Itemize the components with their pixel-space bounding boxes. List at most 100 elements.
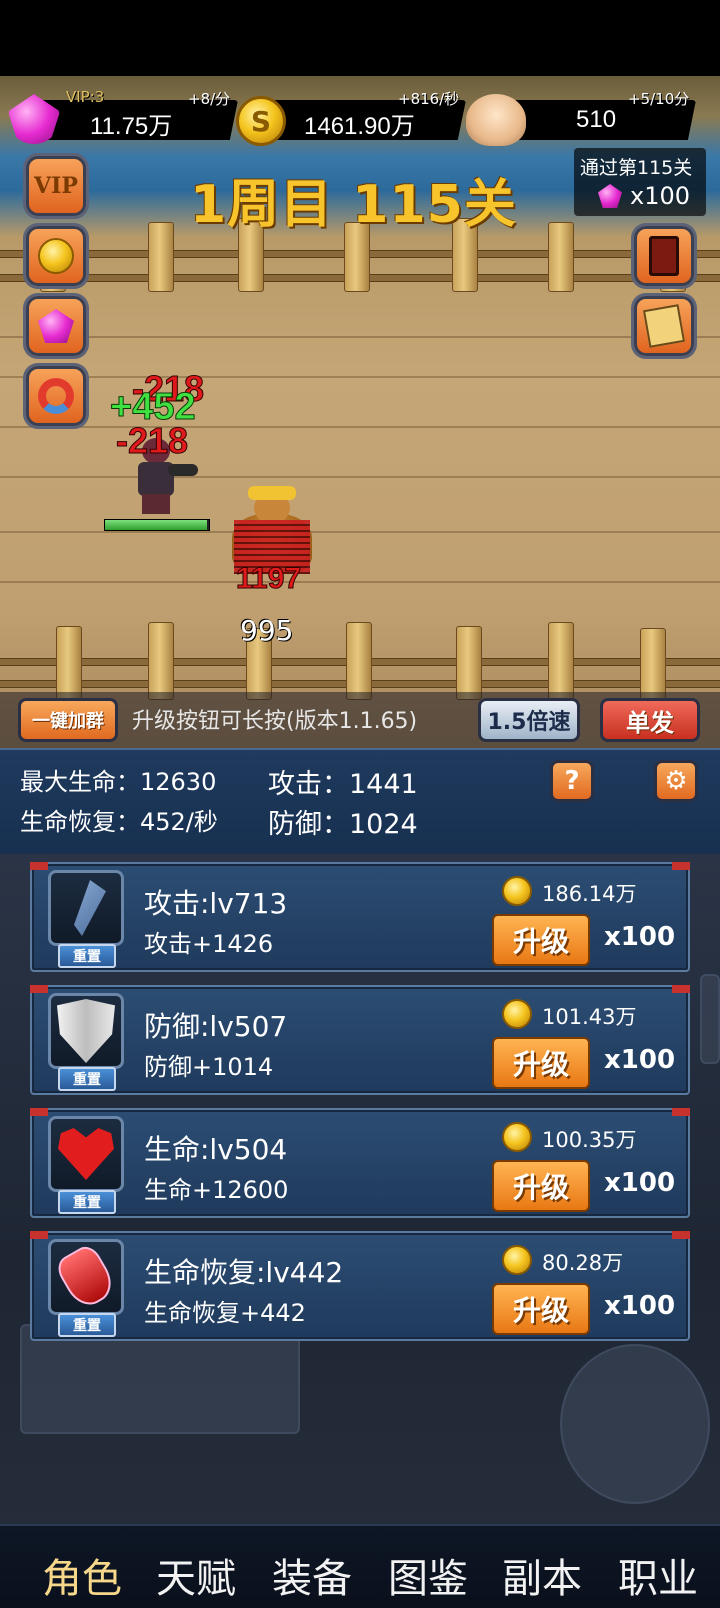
coin-count: 1461.90万 [304, 113, 415, 140]
nav-class[interactable]: 职业 [618, 1546, 698, 1604]
coin-icon: S [236, 96, 286, 146]
stat-value: 1441 [349, 769, 418, 800]
magnet-button[interactable] [26, 366, 86, 426]
stat-regen: 生命恢复：452/秒 [20, 802, 218, 837]
upgrade-bonus: 生命+12600 [144, 1176, 289, 1204]
upgrade-row-regen: 重置 生命恢复:lv442 生命恢复+442 80.28万 升级 x100 [30, 1231, 690, 1341]
upgrade-title: 攻击:lv713 [144, 887, 288, 920]
help-icon: ? [564, 766, 580, 796]
upgrade-button[interactable]: 升级 [492, 1283, 590, 1335]
bottom-nav: 角色 天赋 装备 图鉴 副本 职业 [0, 1524, 720, 1608]
heart-icon [58, 1128, 114, 1180]
stage-reward: 通过第115关 x100 [574, 148, 706, 216]
skull-icon [466, 94, 526, 146]
upgrade-button[interactable]: 升级 [492, 1160, 590, 1212]
player-hp-fill [105, 520, 207, 530]
upgrade-button[interactable]: 升级 [492, 1037, 590, 1089]
reset-button[interactable]: 重置 [58, 1313, 116, 1337]
magnet-icon [38, 378, 74, 414]
gem-rate: +8/分 [188, 90, 231, 108]
upgrade-multiplier[interactable]: x100 [604, 1291, 675, 1321]
skull-count: 510 [576, 106, 617, 133]
stage-title: 1周目 115关 [190, 175, 517, 235]
skull-resource: +5/10分 510 [464, 90, 696, 146]
upgrade-title: 生命恢复:lv442 [144, 1256, 344, 1289]
speed-button[interactable]: 1.5倍速 [478, 698, 580, 742]
front-fence [0, 622, 720, 700]
gem-count: 11.75万 [90, 113, 173, 140]
reward-text: 通过第115关 [580, 157, 693, 179]
defense-icon-frame [48, 993, 124, 1069]
upgrade-cost: 100.35万 [542, 1128, 637, 1152]
vip-level: VIP:3 [66, 88, 105, 106]
damage-number: -218 [115, 420, 189, 462]
coin-icon [502, 876, 532, 906]
upgrade-cost: 101.43万 [542, 1005, 637, 1029]
upgrade-row-attack: 重置 攻击:lv713 攻击+1426 186.14万 升级 x100 [30, 862, 690, 972]
stat-value: 12630 [140, 768, 217, 796]
status-bar [0, 0, 720, 76]
join-group-button[interactable]: 一键加群 [18, 698, 118, 742]
blade-icon [74, 880, 106, 936]
card-button[interactable] [634, 226, 694, 286]
hp-icon-frame [48, 1116, 124, 1192]
stat-max-hp: 最大生命：12630 [20, 762, 216, 797]
upgrade-bonus: 生命恢复+442 [144, 1299, 306, 1327]
stat-attack: 攻击：1441 [268, 762, 418, 801]
shield-icon [57, 999, 115, 1063]
upgrade-multiplier[interactable]: x100 [604, 1045, 675, 1075]
coin-icon [502, 1245, 532, 1275]
vip-label: VIP [34, 173, 78, 199]
coin-icon [502, 1122, 532, 1152]
collection-button[interactable] [634, 296, 694, 356]
stat-value: 1024 [349, 809, 418, 840]
boss-hp-value: 995 [240, 614, 294, 647]
upgrade-bonus: 攻击+1426 [144, 930, 274, 958]
gear-icon: ⚙ [664, 766, 688, 796]
reset-button[interactable]: 重置 [58, 944, 116, 968]
help-button[interactable]: ? [550, 760, 594, 802]
stat-label: 最大生命： [20, 768, 140, 796]
vip-button[interactable]: VIP [26, 156, 86, 216]
upgrade-bonus: 防御+1014 [144, 1053, 274, 1081]
reset-button[interactable]: 重置 [58, 1067, 116, 1091]
potion-icon [52, 1241, 120, 1313]
upgrade-row-defense: 重置 防御:lv507 防御+1014 101.43万 升级 x100 [30, 985, 690, 1095]
upgrade-title: 生命:lv504 [144, 1133, 288, 1166]
nav-equipment[interactable]: 装备 [272, 1546, 352, 1604]
stat-defense: 防御：1024 [268, 802, 418, 841]
stat-label: 防御： [268, 809, 349, 840]
reward-gem-icon [598, 184, 622, 208]
gem-icon [38, 309, 74, 343]
coin-icon [502, 999, 532, 1029]
nav-talent[interactable]: 天赋 [156, 1546, 236, 1604]
single-shot-button[interactable]: 单发 [600, 698, 700, 742]
upgrade-row-hp: 重置 生命:lv504 生命+12600 100.35万 升级 x100 [30, 1108, 690, 1218]
skull-rate: +5/10分 [628, 90, 690, 108]
settings-button[interactable]: ⚙ [654, 760, 698, 802]
coin-icon [38, 238, 74, 274]
nav-codex[interactable]: 图鉴 [388, 1546, 468, 1604]
upgrade-multiplier[interactable]: x100 [604, 1168, 675, 1198]
upgrade-title: 防御:lv507 [144, 1010, 288, 1043]
stat-label: 攻击： [268, 769, 349, 800]
attack-icon-frame [48, 870, 124, 946]
stat-value: 452/秒 [140, 808, 218, 836]
nav-character[interactable]: 角色 [42, 1546, 122, 1604]
gem-shop-button[interactable] [26, 296, 86, 356]
regen-icon-frame [48, 1239, 124, 1315]
coin-resource: S +816/秒 1461.90万 [236, 90, 468, 146]
reward-count: x100 [630, 182, 691, 210]
coin-shop-button[interactable] [26, 226, 86, 286]
upgrade-button[interactable]: 升级 [492, 914, 590, 966]
reset-button[interactable]: 重置 [58, 1190, 116, 1214]
upgrade-multiplier[interactable]: x100 [604, 922, 675, 952]
stat-label: 生命恢复： [20, 808, 140, 836]
gem-resource: VIP:3 +8/分 11.75万 [8, 88, 238, 144]
upgrade-cost: 186.14万 [542, 882, 637, 906]
long-press-hint: 升级按钮可长按(版本1.1.65) [132, 709, 418, 734]
nav-dungeon[interactable]: 副本 [502, 1546, 582, 1604]
card-icon [649, 236, 679, 276]
upgrade-cost: 80.28万 [542, 1251, 624, 1275]
player-hp-bar [104, 519, 210, 531]
